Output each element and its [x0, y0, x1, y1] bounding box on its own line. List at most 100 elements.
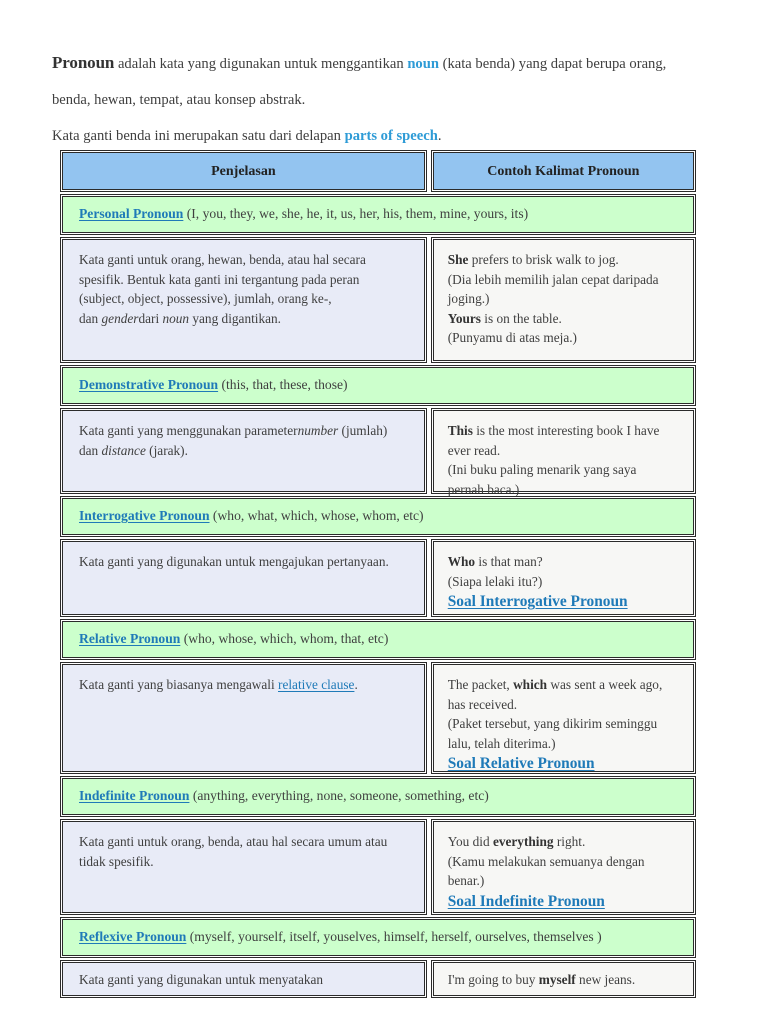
example-line: I'm going to buy myself new jeans. [448, 970, 681, 990]
personal-pronoun-examples: (I, you, they, we, she, he, it, us, her,… [183, 206, 529, 221]
desc-line: Kata ganti yang digunakan untuk mengajuk… [79, 554, 389, 569]
example-text: new jeans. [575, 972, 636, 987]
indefinite-pronoun-examples: (anything, everything, none, someone, so… [189, 788, 489, 803]
example-line: The packet, which was sent a week ago, [448, 675, 681, 695]
demonstrative-pronoun-examples: (this, that, these, those) [218, 377, 348, 392]
desc-text: Kata ganti yang biasanya mengawali [79, 677, 279, 692]
desc-line: Kata ganti yang digunakan untuk menyatak… [79, 972, 324, 987]
soal-interrogative-pronoun-link[interactable]: Soal Interrogative Pronoun [448, 591, 628, 612]
section-title-row-indefinite: Indefinite Pronoun (anything, everything… [59, 775, 697, 818]
section-title-reflexive: Reflexive Pronoun (myself, yourself, its… [59, 916, 697, 959]
example-demonstrative: This is the most interesting book I have… [430, 407, 697, 497]
example-line: Yours is on the table. [448, 309, 681, 329]
soal-relative-pronoun-link[interactable]: Soal Relative Pronoun [448, 753, 595, 774]
desc-line: Kata ganti untuk orang, hewan, benda, at… [79, 252, 366, 267]
section-title-row-personal: Personal Pronoun (I, you, they, we, she,… [59, 193, 697, 236]
example-bold-everything: everything [492, 834, 554, 849]
reflexive-pronoun-link[interactable]: Reflexive Pronoun [79, 929, 186, 944]
desc-text: dan [79, 310, 102, 326]
example-line: (Punyamu di atas meja.) [447, 330, 577, 345]
example-line: joging.) [447, 291, 490, 306]
example-text: is on the table. [480, 310, 562, 326]
example-line: (Dia lebih memilih jalan cepat daripada [447, 271, 659, 287]
intro-paragraphs: Pronoun adalah kata yang digunakan untuk… [52, 48, 716, 157]
intro-text-3a: Kata ganti benda ini merupakan satu dari… [52, 128, 345, 144]
desc-italic-number: number [297, 423, 339, 438]
table-row: Kata ganti untuk orang, benda, atau hal … [59, 818, 697, 916]
desc-text: yang digantikan. [189, 310, 282, 326]
description-personal: Kata ganti untuk orang, hewan, benda, at… [59, 236, 428, 364]
example-line: ever read. [447, 442, 501, 458]
soal-indefinite-pronoun-link[interactable]: Soal Indefinite Pronoun [448, 891, 605, 912]
example-text: is that man? [475, 554, 543, 569]
example-line: Who is that man? [448, 552, 681, 572]
interrogative-pronoun-examples: (who, what, which, whose, whom, etc) [209, 508, 424, 523]
table-header-row: Penjelasan Contoh Kalimat Pronoun [59, 149, 697, 193]
desc-text: dan [79, 442, 102, 458]
desc-line: tidak spesifik. [79, 853, 154, 869]
section-title-row-relative: Relative Pronoun (who, whose, which, who… [59, 618, 697, 661]
section-title-indefinite: Indefinite Pronoun (anything, everything… [59, 775, 697, 818]
intro-text-3b: . [437, 128, 442, 144]
example-interrogative: Who is that man? (Siapa lelaki itu?) Soa… [430, 538, 697, 618]
example-line: (Kamu melakukan semuanya dengan [447, 853, 645, 869]
example-bold-yours: Yours [447, 310, 481, 326]
description-relative: Kata ganti yang biasanya mengawali relat… [59, 661, 428, 775]
example-line: (Paket tersebut, yang dikirim seminggu [447, 716, 658, 731]
example-line: lalu, telah diterima.) [447, 735, 556, 751]
desc-italic-distance: distance [101, 442, 146, 458]
section-title-interrogative: Interrogative Pronoun (who, what, which,… [59, 495, 697, 538]
indefinite-pronoun-link[interactable]: Indefinite Pronoun [79, 788, 189, 803]
example-text: is the most interesting book I have [472, 423, 660, 438]
noun-link[interactable]: noun [407, 56, 439, 72]
personal-pronoun-link[interactable]: Personal Pronoun [79, 206, 183, 221]
relative-clause-link[interactable]: relative clause [278, 677, 354, 692]
example-bold-this: This [447, 423, 473, 438]
relative-pronoun-examples: (who, whose, which, whom, that, etc) [180, 631, 389, 646]
example-bold-who: Who [447, 554, 476, 569]
relative-pronoun-link[interactable]: Relative Pronoun [79, 631, 180, 646]
parts-of-speech-link[interactable]: parts of speech [345, 128, 438, 144]
header-penjelasan: Penjelasan [59, 149, 428, 193]
intro-text-1b: (kata benda) yang dapat berupa orang, [438, 56, 667, 72]
example-line: She prefers to brisk walk to jog. [448, 250, 681, 270]
reflexive-pronoun-examples: (myself, yourself, itself, youselves, hi… [186, 929, 602, 944]
example-line: (Ini buku paling menarik yang saya [447, 462, 637, 477]
example-bold-she: She [447, 252, 469, 267]
example-reflexive: I'm going to buy myself new jeans. [430, 959, 697, 999]
demonstrative-pronoun-link[interactable]: Demonstrative Pronoun [79, 377, 218, 392]
desc-line: (subject, object, possessive), jumlah, o… [79, 291, 332, 306]
example-indefinite: You did everything right. (Kamu melakuka… [430, 818, 697, 916]
desc-line: Kata ganti untuk orang, benda, atau hal … [79, 834, 388, 849]
pronoun-table: Penjelasan Contoh Kalimat Pronoun Person… [59, 149, 697, 999]
example-text: You did [447, 834, 493, 849]
example-line: (Siapa lelaki itu?) [447, 573, 543, 589]
example-bold-myself: myself [538, 972, 576, 987]
desc-text: (jumlah) [338, 423, 388, 438]
description-interrogative: Kata ganti yang digunakan untuk mengajuk… [59, 538, 428, 618]
example-line: You did everything right. [448, 832, 681, 852]
example-relative: The packet, which was sent a week ago, h… [430, 661, 697, 775]
intro-line-1: Pronoun adalah kata yang digunakan untuk… [52, 48, 716, 79]
desc-text: Kata ganti yang menggunakan parameter [79, 423, 298, 438]
example-line: This is the most interesting book I have [448, 421, 681, 441]
desc-text: . [354, 677, 358, 692]
desc-line: dan distance (jarak). [79, 441, 410, 461]
interrogative-pronoun-link[interactable]: Interrogative Pronoun [79, 508, 210, 523]
desc-line: spesifik. Bentuk kata ganti ini tergantu… [79, 271, 360, 287]
example-bold-which: which [513, 677, 548, 692]
example-text: prefers to brisk walk to jog. [468, 252, 619, 267]
section-title-row-reflexive: Reflexive Pronoun (myself, yourself, its… [59, 916, 697, 959]
description-demonstrative: Kata ganti yang menggunakan parameternum… [59, 407, 428, 495]
table-row: Kata ganti yang digunakan untuk mengajuk… [59, 538, 697, 618]
example-line: has received. [447, 696, 518, 712]
section-title-relative: Relative Pronoun (who, whose, which, who… [59, 618, 697, 661]
document-page: Pronoun adalah kata yang digunakan untuk… [0, 0, 768, 1024]
desc-text: dari [138, 310, 163, 326]
description-reflexive: Kata ganti yang digunakan untuk menyatak… [59, 959, 428, 999]
desc-text: (jarak). [145, 442, 188, 458]
pronoun-table-wrapper: Penjelasan Contoh Kalimat Pronoun Person… [59, 149, 697, 999]
example-text: I'm going to buy [447, 972, 539, 987]
table-row: Kata ganti yang digunakan untuk menyatak… [59, 959, 697, 999]
section-title-row-demonstrative: Demonstrative Pronoun (this, that, these… [59, 364, 697, 407]
